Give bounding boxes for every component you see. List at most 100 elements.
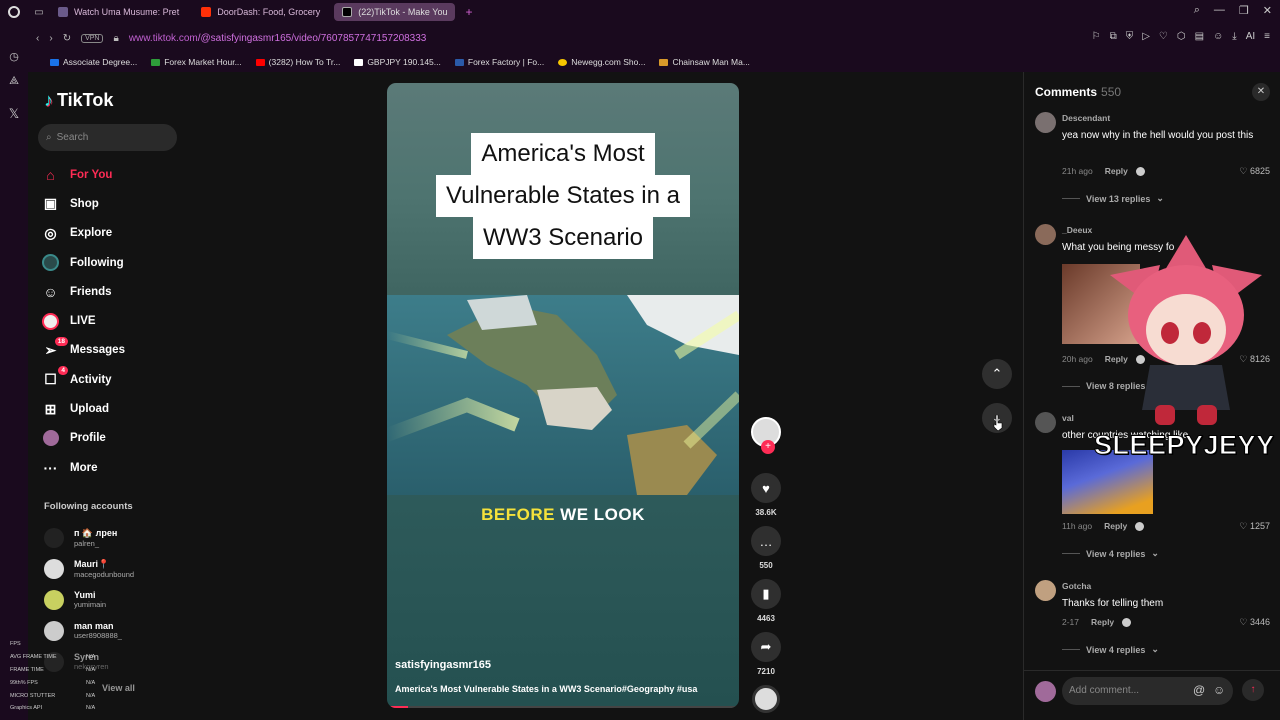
history-icon[interactable]: ◷ <box>9 50 19 63</box>
comment-user[interactable]: Gotcha <box>1062 581 1091 591</box>
bookmark-youtube[interactable]: (3282) How To Tr... <box>255 57 340 67</box>
view-replies-button[interactable]: View 13 replies ⌄ <box>1062 193 1164 204</box>
profile-icon <box>42 430 59 447</box>
view-replies-button[interactable]: View 4 replies ⌄ <box>1062 548 1159 559</box>
avatar[interactable] <box>1035 580 1056 601</box>
reply-button[interactable]: Reply <box>1091 617 1114 627</box>
perf-value: N/A <box>86 705 96 712</box>
forward-icon[interactable]: › <box>49 33 52 44</box>
add-comment-input[interactable]: Add comment... <box>1062 677 1233 705</box>
save-action: ▮ 4463 <box>748 579 784 623</box>
maximize-icon[interactable]: ❐ <box>1239 4 1249 17</box>
activity-icon: ☐ 4 <box>42 366 68 388</box>
video-description: America's Most Vulnerable States in a WW… <box>395 684 698 694</box>
back-icon[interactable]: ‹ <box>36 33 39 44</box>
player-icon[interactable]: ▷ <box>1142 31 1150 42</box>
tab-uma-musume[interactable]: Watch Uma Musume: Pret <box>50 3 187 21</box>
ai-button[interactable]: AI <box>1246 31 1255 42</box>
share-icon[interactable]: ➦ <box>751 632 781 662</box>
emoji-icon[interactable]: ☺ <box>1213 683 1225 697</box>
view-all-link[interactable]: View all <box>102 683 135 693</box>
caption-rest: WE LOOK <box>554 505 645 524</box>
chevron-down-icon: ⌄ <box>1156 193 1164 203</box>
nav-activity[interactable]: ☐ 4 Activity <box>42 365 125 394</box>
close-window-icon[interactable]: ✕ <box>1263 4 1272 17</box>
x-twitter-icon[interactable]: 𝕏 <box>9 106 19 122</box>
avatar[interactable] <box>1035 412 1056 433</box>
opera-logo-icon[interactable] <box>0 0 28 24</box>
account-icon[interactable]: ☺ <box>1213 31 1223 42</box>
bookmark-newegg[interactable]: Newegg.com Sho... <box>558 57 645 67</box>
comment-user[interactable]: _Deeux <box>1062 225 1092 235</box>
following-account[interactable]: Mauri📍 macegodunbound <box>44 553 134 584</box>
heart-icon[interactable]: ♡ <box>1159 31 1168 42</box>
comment-like[interactable]: ♡ 3446 <box>1239 617 1270 628</box>
nav-friends[interactable]: ☺ Friends <box>42 277 125 306</box>
workspaces-icon[interactable]: ▭ <box>28 7 50 18</box>
following-account[interactable]: Yumi yumimain <box>44 584 134 615</box>
nav-for-you[interactable]: ⌂ For You <box>42 160 125 189</box>
nav-profile[interactable]: Profile <box>42 424 125 453</box>
my-avatar <box>1035 681 1056 702</box>
comment-like[interactable]: ♡ 1257 <box>1239 521 1270 532</box>
url-field[interactable]: www.tiktok.com/@satisfyingasmr165/video/… <box>129 33 427 44</box>
comment-time: 20h ago <box>1062 354 1093 364</box>
mention-icon[interactable]: @ <box>1193 683 1205 697</box>
bookmark-save-icon[interactable]: ▮ <box>751 579 781 609</box>
minimize-icon[interactable]: — <box>1214 4 1225 17</box>
nav-explore[interactable]: ◎ Explore <box>42 219 125 248</box>
aria-icon[interactable]: ⟁ <box>9 75 19 88</box>
like-icon[interactable]: ♥ <box>751 473 781 503</box>
avatar[interactable] <box>1035 112 1056 133</box>
reload-icon[interactable]: ↻ <box>63 33 71 44</box>
nav-live[interactable]: LIVE <box>42 306 125 335</box>
music-disc-icon[interactable] <box>752 685 780 713</box>
avatar[interactable] <box>1035 224 1056 245</box>
reply-button[interactable]: Reply <box>1105 166 1128 176</box>
nav-shop[interactable]: ▣ Shop <box>42 189 125 218</box>
tab-tiktok[interactable]: (22)TikTok - Make You <box>334 3 456 21</box>
nav-upload[interactable]: ⊞ Upload <box>42 394 125 423</box>
snapshot-icon[interactable]: ⧉ <box>1110 31 1117 42</box>
follow-plus-icon[interactable]: + <box>761 440 775 454</box>
nav-following[interactable]: Following <box>42 248 125 277</box>
nav-label: Activity <box>70 373 112 386</box>
nav-messages[interactable]: ➢ 18 Messages <box>42 336 125 365</box>
video-player[interactable]: America's Most Vulnerable States in a WW… <box>387 83 739 708</box>
shield-icon[interactable]: ⛨ <box>1126 31 1134 42</box>
bookmark-forex-hours[interactable]: Forex Market Hour... <box>151 57 242 67</box>
close-comments-button[interactable]: ✕ <box>1252 83 1270 101</box>
bookmark-associate-degree[interactable]: Associate Degree... <box>50 57 137 67</box>
activity-badge: 4 <box>58 366 68 376</box>
following-account[interactable]: п 🏠 лрен palren_ <box>44 522 134 553</box>
send-comment-button[interactable]: ↑ <box>1242 679 1264 701</box>
menu-icon[interactable]: ≡ <box>1264 31 1270 42</box>
previous-video-button[interactable]: ⌃ <box>982 359 1012 389</box>
download-icon[interactable]: ⤓ <box>1232 31 1236 42</box>
bookmark-gbpjpy[interactable]: GBPJPY 190.145... <box>354 57 441 67</box>
view-replies-button[interactable]: View 4 replies ⌄ <box>1062 644 1159 655</box>
bookmark-icon[interactable]: ⚐ <box>1092 31 1101 42</box>
comment-user[interactable]: val <box>1062 413 1074 423</box>
bookmark-chainsaw-man[interactable]: Chainsaw Man Ma... <box>659 57 750 67</box>
vpn-badge[interactable]: VPN <box>81 33 104 43</box>
creator-avatar[interactable]: + <box>751 417 781 454</box>
video-progress-bar[interactable] <box>387 706 739 708</box>
search-tabs-icon[interactable]: ⌕ <box>1194 4 1200 17</box>
nav-more[interactable]: ··· More <box>42 453 125 482</box>
video-title-line: America's Most <box>471 133 655 175</box>
new-tab-button[interactable]: + <box>465 5 472 19</box>
main-nav: ⌂ For You ▣ Shop ◎ Explore Following ☺ Frien… <box>42 160 125 482</box>
wallet-icon[interactable]: ▤ <box>1195 31 1204 42</box>
comment-user[interactable]: Descendant <box>1062 113 1110 123</box>
perf-key: MICRO STUTTER <box>10 692 56 699</box>
comment-icon[interactable]: … <box>751 526 781 556</box>
bookmark-forex-factory[interactable]: Forex Factory | Fo... <box>454 57 544 67</box>
tiktok-logo[interactable]: ♪ TikTok <box>44 90 113 111</box>
comment-like[interactable]: ♡ 6825 <box>1239 166 1270 177</box>
video-author[interactable]: satisfyingasmr165 <box>395 659 491 671</box>
reply-button[interactable]: Reply <box>1104 521 1127 531</box>
extensions-icon[interactable]: ⬡ <box>1177 31 1186 42</box>
search-input[interactable]: ⌕ Search <box>38 124 177 151</box>
tab-doordash[interactable]: DoorDash: Food, Grocery <box>193 3 328 21</box>
